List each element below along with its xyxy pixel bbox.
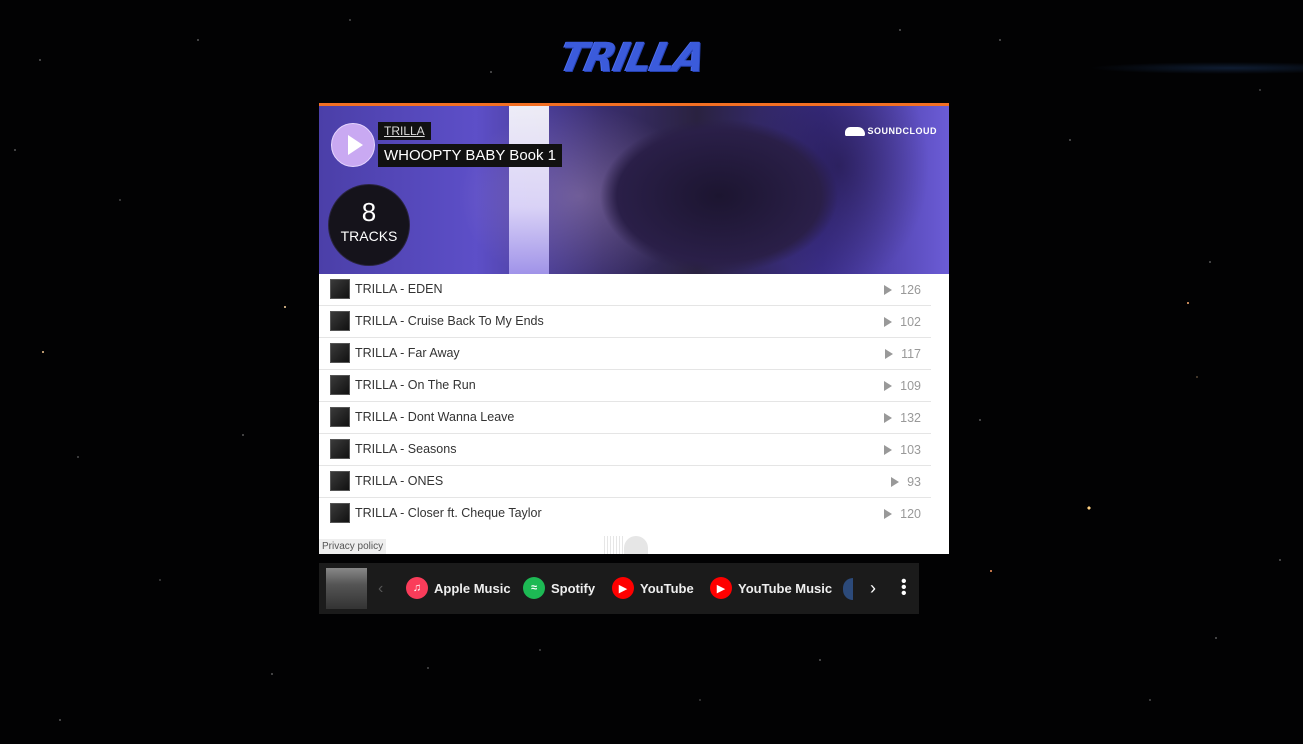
track-thumbnail xyxy=(330,375,350,395)
soundcloud-icon xyxy=(844,126,865,136)
more-options-icon[interactable]: • • • xyxy=(901,574,907,602)
youtube-music-icon: ▶ xyxy=(710,577,732,599)
youtube-icon: ▶ xyxy=(612,577,634,599)
play-count-icon xyxy=(884,380,893,391)
soundcloud-logo-text: SOUNDCLOUD xyxy=(867,126,937,136)
track-row[interactable]: TRILLA - ONES 93 xyxy=(319,466,931,498)
play-icon xyxy=(348,135,363,155)
play-count-value: 93 xyxy=(907,475,921,489)
track-count-badge: 8 TRACKS xyxy=(329,185,409,265)
track-name[interactable]: TRILLA - Cruise Back To My Ends xyxy=(355,314,544,328)
album-thumbnail[interactable] xyxy=(326,568,367,609)
track-row[interactable]: TRILLA - Far Away 117 xyxy=(319,338,931,370)
play-count-value: 102 xyxy=(900,315,921,329)
service-link-apple-music[interactable]: ♫ Apple Music xyxy=(406,577,511,599)
track-row[interactable]: TRILLA - On The Run 109 xyxy=(319,370,931,402)
play-count-value: 132 xyxy=(900,411,921,425)
track-play-count: 117 xyxy=(885,347,921,361)
play-count-icon xyxy=(884,316,893,327)
track-name[interactable]: TRILLA - EDEN xyxy=(355,282,443,296)
service-label: YouTube xyxy=(640,580,694,596)
track-count: 8 xyxy=(361,197,377,227)
soundcloud-logo[interactable]: SOUNDCLOUD xyxy=(844,126,938,136)
service-label: YouTube Music xyxy=(738,580,833,596)
play-count-icon xyxy=(884,412,893,423)
play-count-value: 117 xyxy=(901,347,921,361)
chevron-right-icon[interactable]: › xyxy=(870,578,876,599)
play-count-icon xyxy=(884,284,893,295)
track-name[interactable]: TRILLA - On The Run xyxy=(355,378,476,392)
track-name[interactable]: TRILLA - Dont Wanna Leave xyxy=(355,410,514,424)
service-label: Apple Music xyxy=(434,580,511,596)
track-thumbnail xyxy=(330,503,350,523)
site-logo[interactable]: TRILLA xyxy=(555,33,708,83)
track-name[interactable]: TRILLA - Closer ft. Cheque Taylor xyxy=(355,506,542,520)
playlist-artwork[interactable]: TRILLA WHOOPTY BABY Book 1 SOUNDCLOUD 8 … xyxy=(319,106,949,274)
apple-music-icon: ♫ xyxy=(406,577,428,599)
track-play-count: 132 xyxy=(884,411,921,425)
spotify-icon: ≈ xyxy=(523,577,545,599)
artwork-figure xyxy=(549,116,889,274)
track-list: TRILLA - EDEN 126 TRILLA - Cruise Back T… xyxy=(319,274,931,529)
track-play-count: 120 xyxy=(884,507,921,521)
next-service-icon[interactable] xyxy=(843,578,853,600)
track-name[interactable]: TRILLA - Far Away xyxy=(355,346,460,360)
track-row[interactable]: TRILLA - Seasons 103 xyxy=(319,434,931,466)
chevron-left-icon[interactable]: ‹ xyxy=(378,580,383,598)
artwork-light xyxy=(509,106,549,274)
track-play-count: 102 xyxy=(884,315,921,329)
track-count-label: TRACKS xyxy=(340,228,398,244)
artist-link[interactable]: TRILLA xyxy=(378,122,431,140)
track-thumbnail xyxy=(330,311,350,331)
service-label: Spotify xyxy=(551,580,596,596)
track-name[interactable]: TRILLA - Seasons xyxy=(355,442,456,456)
play-count-value: 120 xyxy=(900,507,921,521)
track-thumbnail xyxy=(330,439,350,459)
soundcloud-widget: TRILLA WHOOPTY BABY Book 1 SOUNDCLOUD 8 … xyxy=(319,103,949,554)
track-play-count: 103 xyxy=(884,443,921,457)
track-thumbnail xyxy=(330,471,350,491)
play-count-icon xyxy=(891,476,900,487)
track-play-count: 126 xyxy=(884,283,921,297)
play-count-icon xyxy=(884,508,893,519)
play-count-value: 103 xyxy=(900,443,921,457)
track-thumbnail xyxy=(330,343,350,363)
track-play-count: 93 xyxy=(891,475,921,489)
play-count-value: 109 xyxy=(900,379,921,393)
track-thumbnail xyxy=(330,279,350,299)
play-count-icon xyxy=(884,444,893,455)
track-row[interactable]: TRILLA - Dont Wanna Leave 132 xyxy=(319,402,931,434)
track-row[interactable]: TRILLA - Closer ft. Cheque Taylor 120 xyxy=(319,498,931,529)
privacy-policy-link[interactable]: Privacy policy xyxy=(319,539,387,554)
play-count-icon xyxy=(885,348,894,359)
track-name[interactable]: TRILLA - ONES xyxy=(355,474,443,488)
play-button[interactable] xyxy=(331,123,375,167)
service-link-youtube[interactable]: ▶ YouTube xyxy=(612,577,694,599)
soundcloud-footer-icon[interactable] xyxy=(602,536,648,554)
track-play-count: 109 xyxy=(884,379,921,393)
streaming-links-bar: ‹ ♫ Apple Music ≈ Spotify ▶ YouTube ▶ Yo… xyxy=(319,563,919,614)
track-row[interactable]: TRILLA - Cruise Back To My Ends 102 xyxy=(319,306,931,338)
track-row[interactable]: TRILLA - EDEN 126 xyxy=(319,274,931,306)
play-count-value: 126 xyxy=(900,283,921,297)
playlist-title[interactable]: WHOOPTY BABY Book 1 xyxy=(378,144,563,167)
service-link-youtube-music[interactable]: ▶ YouTube Music xyxy=(710,577,832,599)
track-thumbnail xyxy=(330,407,350,427)
service-link-spotify[interactable]: ≈ Spotify xyxy=(523,577,595,599)
